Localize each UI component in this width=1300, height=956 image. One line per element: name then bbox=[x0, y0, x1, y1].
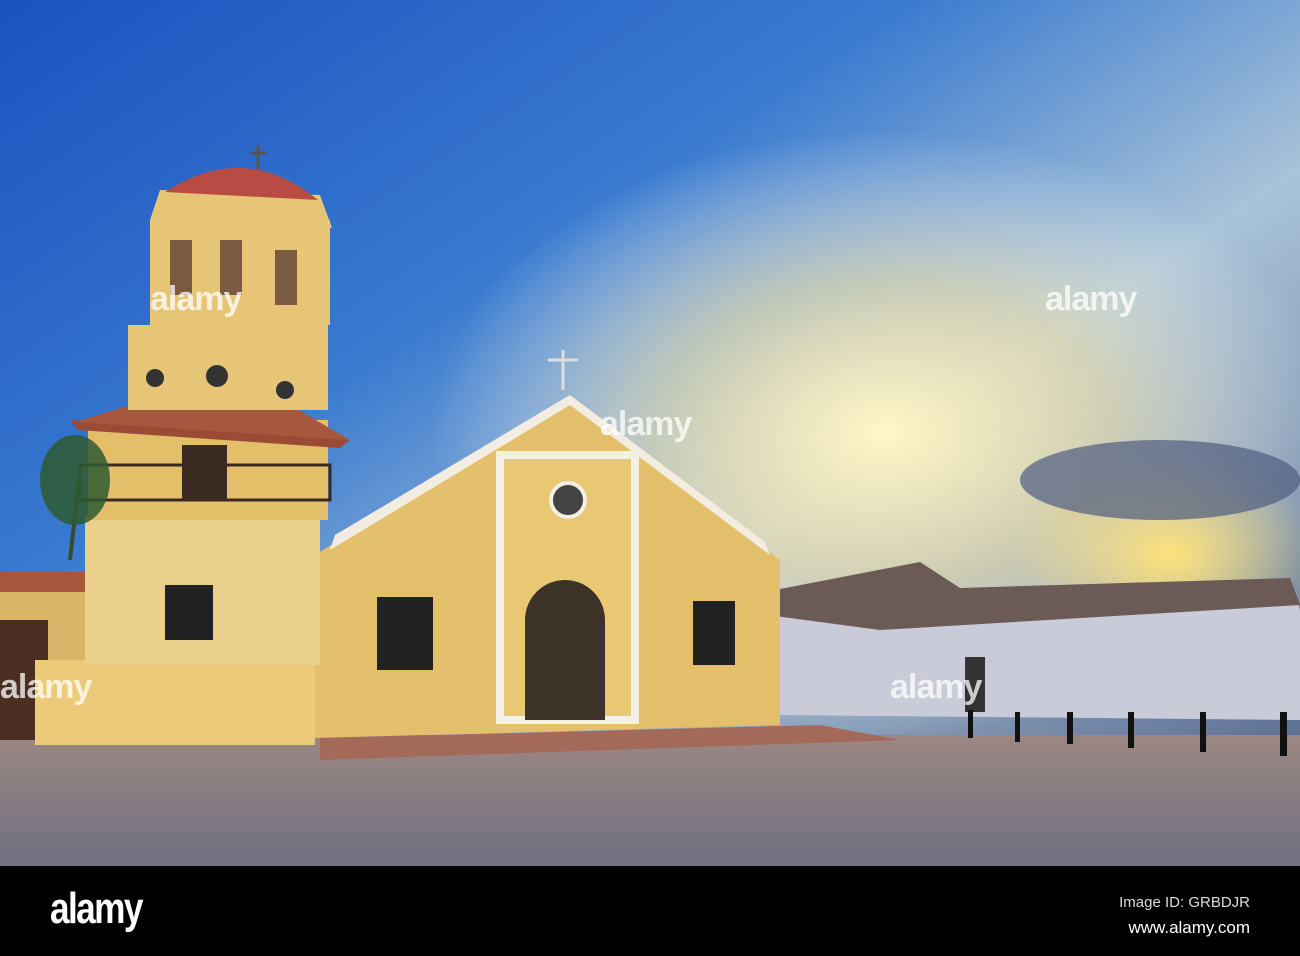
plaza bbox=[0, 735, 1300, 866]
footer-bar: alamy Image ID: GRBDJR www.alamy.com bbox=[0, 866, 1300, 956]
image-id: Image ID: GRBDJR bbox=[1119, 894, 1250, 911]
watermark: alamy bbox=[890, 668, 982, 706]
alamy-logo: alamy bbox=[50, 884, 143, 933]
watermark: alamy bbox=[1045, 280, 1137, 318]
watermark: alamy bbox=[0, 668, 92, 706]
watermark: alamy bbox=[150, 280, 242, 318]
watermark: alamy bbox=[600, 405, 692, 443]
site-url: www.alamy.com bbox=[1128, 918, 1250, 937]
